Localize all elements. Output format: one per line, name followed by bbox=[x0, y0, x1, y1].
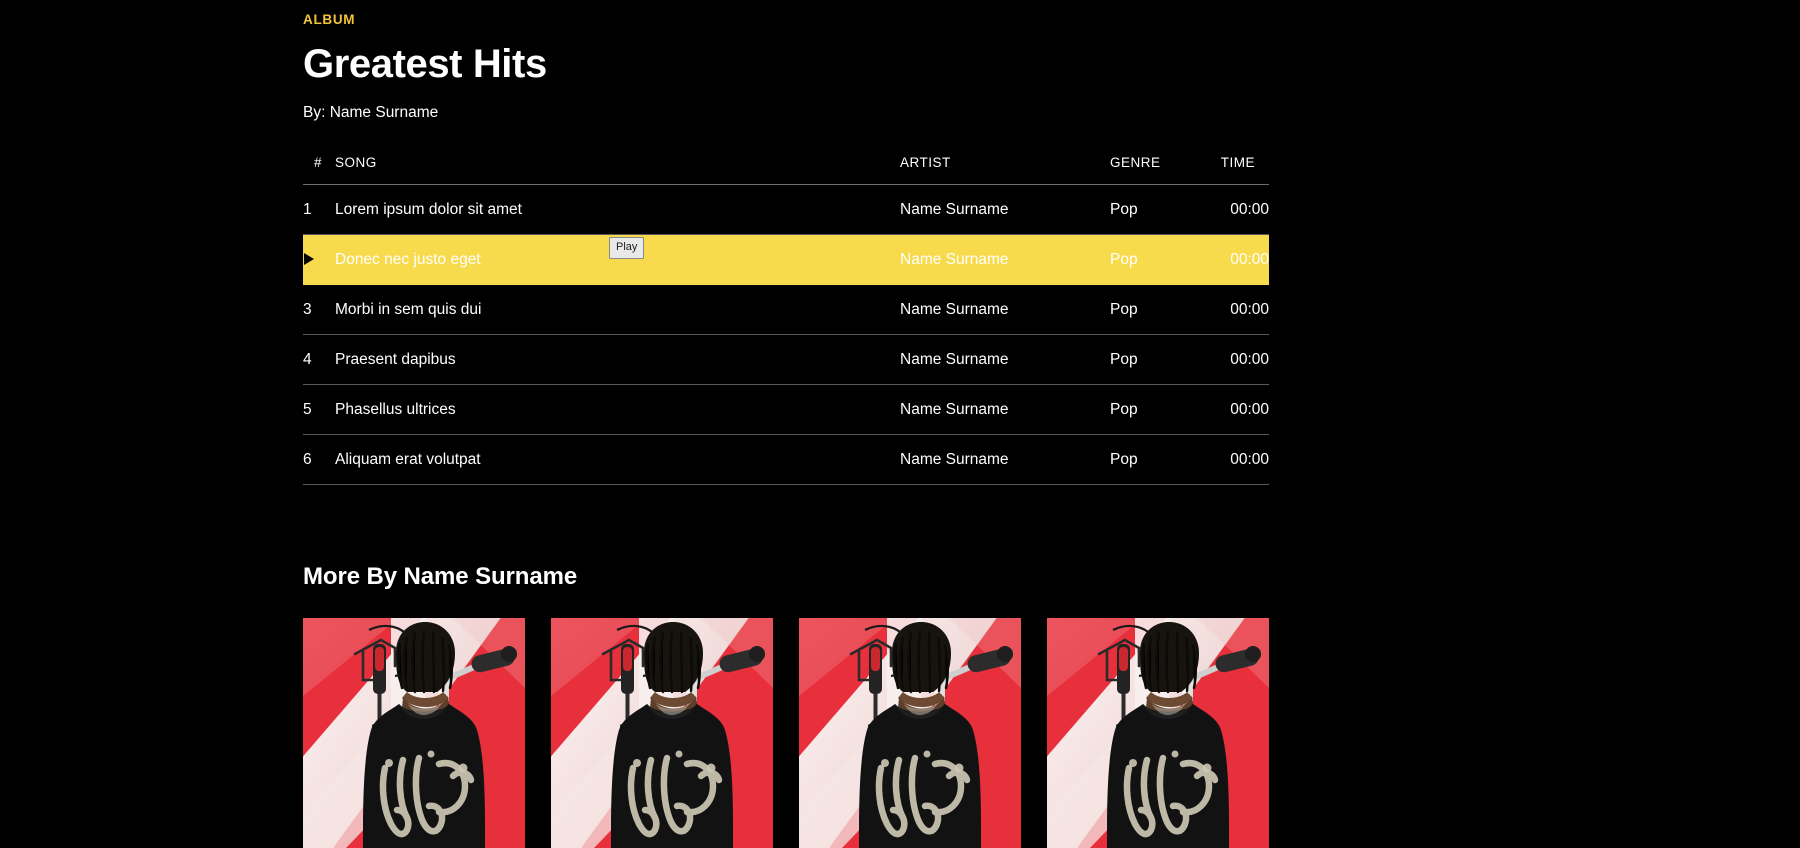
track-number: 1 bbox=[303, 185, 335, 235]
track-time: 00:00 bbox=[1215, 435, 1269, 485]
track-time: 00:00 bbox=[1215, 335, 1269, 385]
album-card[interactable] bbox=[799, 618, 1021, 848]
table-row[interactable]: 6Aliquam erat volutpatName SurnamePop00:… bbox=[303, 435, 1269, 485]
table-row[interactable]: Donec nec justo egetName SurnamePop00:00 bbox=[303, 235, 1269, 285]
track-artist: Name Surname bbox=[900, 385, 1110, 435]
track-song-title: Aliquam erat volutpat bbox=[335, 435, 900, 485]
track-artist: Name Surname bbox=[900, 285, 1110, 335]
album-page: ALBUM Greatest Hits By: Name Surname # S… bbox=[0, 0, 1800, 848]
play-tooltip: Play bbox=[609, 237, 644, 259]
track-list-table: # SONG ARTIST GENRE TIME 1Lorem ipsum do… bbox=[303, 155, 1269, 485]
track-number: 5 bbox=[303, 385, 335, 435]
album-card[interactable] bbox=[1047, 618, 1269, 848]
play-triangle-icon[interactable] bbox=[304, 253, 314, 265]
column-header-artist[interactable]: ARTIST bbox=[900, 155, 1110, 185]
track-artist: Name Surname bbox=[900, 435, 1110, 485]
column-header-genre[interactable]: GENRE bbox=[1110, 155, 1215, 185]
track-time: 00:00 bbox=[1215, 185, 1269, 235]
album-artwork-image bbox=[1047, 618, 1269, 848]
album-artwork bbox=[303, 618, 525, 848]
column-header-time[interactable]: TIME bbox=[1215, 155, 1269, 185]
album-card[interactable] bbox=[551, 618, 773, 848]
track-time: 00:00 bbox=[1215, 235, 1269, 285]
track-number: 6 bbox=[303, 435, 335, 485]
track-table-body: 1Lorem ipsum dolor sit ametName SurnameP… bbox=[303, 185, 1269, 485]
track-time: 00:00 bbox=[1215, 385, 1269, 435]
track-genre: Pop bbox=[1110, 185, 1215, 235]
track-genre: Pop bbox=[1110, 385, 1215, 435]
track-song-title: Phasellus ultrices bbox=[335, 385, 900, 435]
track-artist: Name Surname bbox=[900, 235, 1110, 285]
track-artist: Name Surname bbox=[900, 335, 1110, 385]
table-header-row: # SONG ARTIST GENRE TIME bbox=[303, 155, 1269, 185]
column-header-song[interactable]: SONG bbox=[335, 155, 900, 185]
track-number: 3 bbox=[303, 285, 335, 335]
album-eyebrow-label: ALBUM bbox=[303, 0, 1269, 27]
album-byline: By: Name Surname bbox=[303, 105, 1269, 121]
more-by-card-grid bbox=[303, 618, 1269, 848]
album-card[interactable] bbox=[303, 618, 525, 848]
page-title: Greatest Hits bbox=[303, 43, 1269, 85]
more-by-section-title: More By Name Surname bbox=[303, 563, 1269, 591]
album-artwork-image bbox=[799, 618, 1021, 848]
track-song-title: Lorem ipsum dolor sit amet bbox=[335, 185, 900, 235]
table-row[interactable]: 3Morbi in sem quis duiName SurnamePop00:… bbox=[303, 285, 1269, 335]
track-genre: Pop bbox=[1110, 335, 1215, 385]
track-genre: Pop bbox=[1110, 435, 1215, 485]
column-header-number[interactable]: # bbox=[303, 155, 335, 185]
album-artwork bbox=[551, 618, 773, 848]
album-artwork bbox=[1047, 618, 1269, 848]
play-triangle-icon bbox=[303, 235, 335, 285]
track-genre: Pop bbox=[1110, 235, 1215, 285]
track-time: 00:00 bbox=[1215, 285, 1269, 335]
track-song-title: Praesent dapibus bbox=[335, 335, 900, 385]
table-row[interactable]: 1Lorem ipsum dolor sit ametName SurnameP… bbox=[303, 185, 1269, 235]
album-content: ALBUM Greatest Hits By: Name Surname # S… bbox=[303, 0, 1269, 848]
album-artwork-image bbox=[551, 618, 773, 848]
album-artwork-image bbox=[303, 618, 525, 848]
track-artist: Name Surname bbox=[900, 185, 1110, 235]
track-genre: Pop bbox=[1110, 285, 1215, 335]
track-table-header: # SONG ARTIST GENRE TIME bbox=[303, 155, 1269, 185]
track-number: 4 bbox=[303, 335, 335, 385]
table-row[interactable]: 4Praesent dapibusName SurnamePop00:00 bbox=[303, 335, 1269, 385]
album-artwork bbox=[799, 618, 1021, 848]
track-song-title: Morbi in sem quis dui bbox=[335, 285, 900, 335]
table-row[interactable]: 5Phasellus ultricesName SurnamePop00:00 bbox=[303, 385, 1269, 435]
